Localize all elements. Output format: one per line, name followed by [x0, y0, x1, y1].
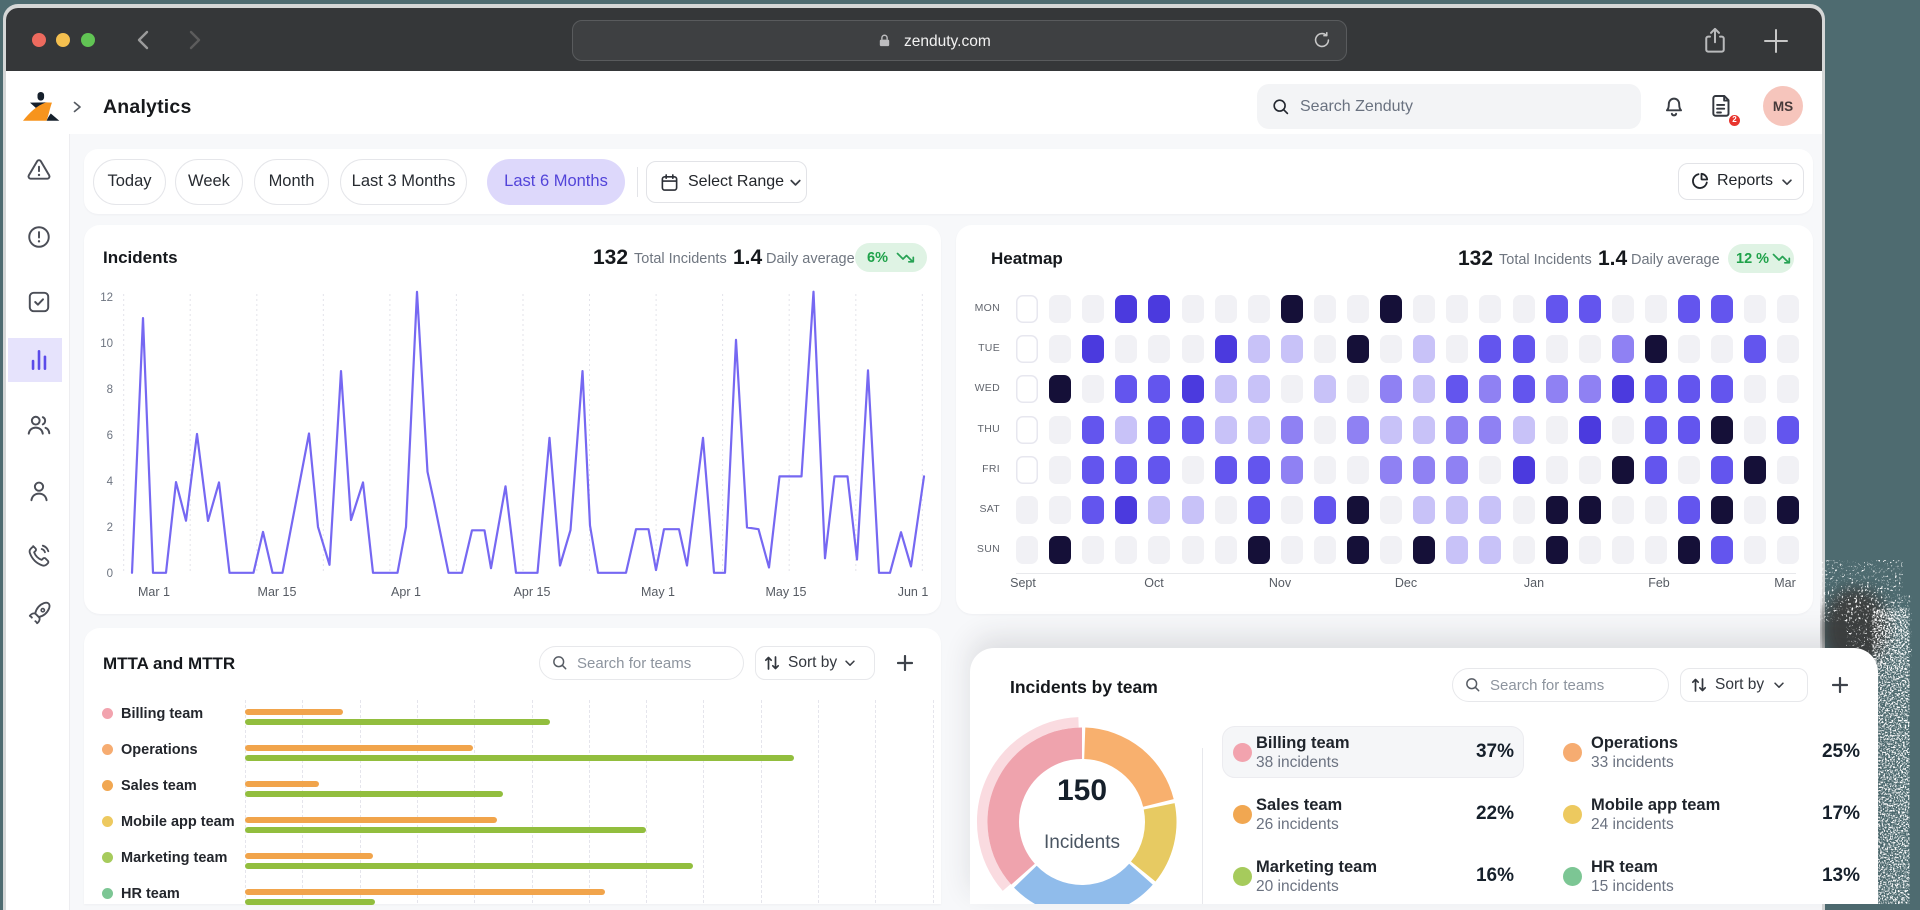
svg-text:0: 0: [107, 568, 113, 580]
svg-text:Mar 1: Mar 1: [138, 585, 170, 599]
svg-text:Mar 15: Mar 15: [258, 585, 297, 599]
svg-text:10: 10: [100, 338, 113, 350]
svg-text:4: 4: [107, 476, 114, 488]
svg-text:Apr 15: Apr 15: [514, 585, 551, 599]
svg-text:6: 6: [107, 430, 113, 442]
svg-text:Apr 1: Apr 1: [391, 585, 421, 599]
svg-text:Jun 1: Jun 1: [898, 585, 929, 599]
svg-text:2: 2: [107, 522, 113, 534]
svg-text:May 1: May 1: [641, 585, 675, 599]
svg-text:8: 8: [107, 384, 113, 396]
svg-text:May 15: May 15: [766, 585, 807, 599]
svg-text:12: 12: [100, 292, 113, 304]
